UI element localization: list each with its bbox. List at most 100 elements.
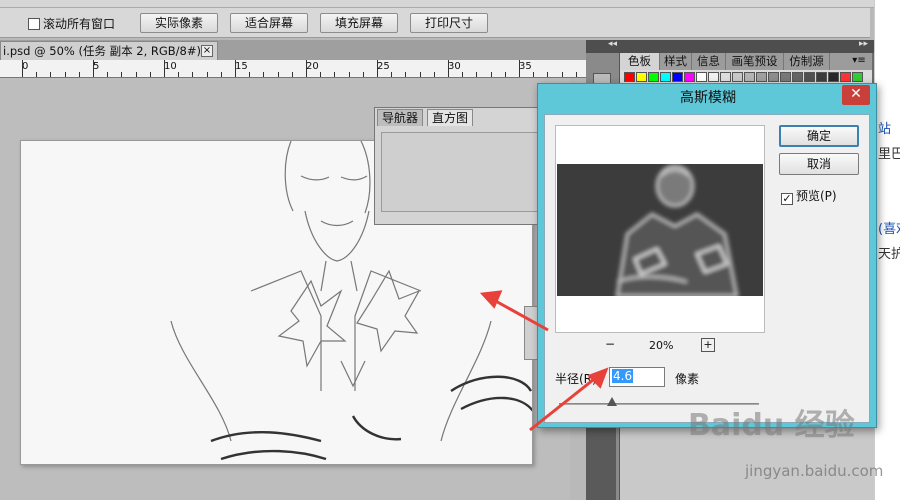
swatch[interactable] — [660, 72, 671, 82]
swatch[interactable] — [708, 72, 719, 82]
swatch[interactable] — [648, 72, 659, 82]
swatch[interactable] — [684, 72, 695, 82]
swatch[interactable] — [624, 72, 635, 82]
swatch[interactable] — [852, 72, 863, 82]
ruler-label: 20 — [306, 61, 319, 72]
swatch[interactable] — [636, 72, 647, 82]
zoom-controls: − 20% + — [605, 337, 725, 355]
check-icon[interactable]: ✓ — [781, 193, 793, 205]
dialog-title: 高斯模糊 — [680, 90, 736, 106]
document-title: i.psd @ 50% (任务 副本 2, RGB/8#) * — [3, 44, 211, 58]
ruler-tick — [519, 60, 520, 77]
swatch[interactable] — [828, 72, 839, 82]
blur-preview-graphic — [557, 164, 763, 296]
swatch[interactable] — [840, 72, 851, 82]
preview-checkbox[interactable]: ✓ 预览(P) — [781, 187, 837, 205]
ruler-tick — [278, 72, 279, 77]
ruler-tick — [36, 72, 37, 77]
ruler-label: 15 — [235, 61, 248, 72]
fill-screen-button[interactable]: 填充屏幕 — [320, 13, 398, 33]
ruler-tick — [476, 72, 477, 77]
ruler-tick — [462, 72, 463, 77]
browser-page-sliver: 站 里巴 (喜欢 天护 — [874, 0, 900, 500]
tab-brush-presets[interactable]: 画笔预设 — [726, 53, 784, 70]
ruler-tick — [363, 72, 364, 77]
ruler-tick — [391, 72, 392, 77]
collapse-panels-left-icon[interactable]: ◂◂ — [608, 39, 617, 49]
swatch[interactable] — [792, 72, 803, 82]
web-link-2[interactable]: (喜欢 — [878, 218, 900, 237]
tab-info[interactable]: 信息 — [692, 53, 726, 70]
radius-slider-thumb[interactable] — [607, 397, 617, 406]
swatch-row — [620, 70, 872, 84]
ruler-tick — [249, 72, 250, 77]
swatch[interactable] — [744, 72, 755, 82]
swatch[interactable] — [696, 72, 707, 82]
ruler-tick — [491, 72, 492, 77]
panel-menu-icon[interactable]: ▾≡ — [846, 53, 872, 70]
ruler-tick — [178, 72, 179, 77]
ruler-tick — [576, 72, 577, 77]
preview-label: 预览(P) — [796, 189, 837, 203]
radius-value: 4.6 — [612, 369, 634, 383]
print-size-button[interactable]: 打印尺寸 — [410, 13, 488, 33]
tab-clone-source[interactable]: 仿制源 — [784, 53, 830, 70]
tab-histogram[interactable]: 直方图 — [427, 109, 474, 126]
swatch[interactable] — [672, 72, 683, 82]
swatch[interactable] — [732, 72, 743, 82]
ruler-label: 30 — [448, 61, 461, 72]
scroll-all-windows-checkbox[interactable]: 滚动所有窗口 — [28, 15, 115, 32]
ruler-tick — [93, 60, 94, 77]
ruler-tick — [22, 60, 23, 77]
menu-bar-remnant — [0, 0, 900, 8]
ruler-tick — [562, 72, 563, 77]
fit-screen-button[interactable]: 适合屏幕 — [230, 13, 308, 33]
ruler-tick — [420, 72, 421, 77]
tab-styles[interactable]: 样式 — [660, 53, 692, 70]
ruler-tick — [50, 72, 51, 77]
web-link-1[interactable]: 站 — [878, 118, 891, 137]
ruler-tick — [306, 60, 307, 77]
close-icon[interactable]: ✕ — [842, 85, 870, 105]
blur-preview-image — [557, 164, 763, 296]
scroll-all-label: 滚动所有窗口 — [43, 17, 116, 31]
swatch[interactable] — [780, 72, 791, 82]
ruler-tick — [292, 72, 293, 77]
cancel-button[interactable]: 取消 — [779, 153, 859, 175]
gaussian-blur-dialog: 高斯模糊 ✕ 确定 取消 ✓ 预览(P) − 20% + 半径(R): 4.6 … — [537, 83, 877, 428]
swatch[interactable] — [804, 72, 815, 82]
dialog-body: 确定 取消 ✓ 预览(P) − 20% + 半径(R): 4.6 像素 — [544, 114, 870, 423]
checkbox-box[interactable] — [28, 18, 40, 30]
ok-button[interactable]: 确定 — [779, 125, 859, 147]
ruler-label: 35 — [519, 61, 532, 72]
ruler-tick — [150, 72, 151, 77]
ruler-tick — [505, 72, 506, 77]
ruler-tick — [79, 72, 80, 77]
zoom-out-button[interactable]: − — [605, 337, 615, 351]
panel-dark-area — [586, 420, 616, 500]
ruler-label: 25 — [377, 61, 390, 72]
swatch[interactable] — [768, 72, 779, 82]
swatch[interactable] — [720, 72, 731, 82]
ruler-tick — [221, 72, 222, 77]
ruler-tick — [377, 60, 378, 77]
zoom-level: 20% — [649, 339, 674, 352]
collapse-panels-right-icon[interactable]: ▸▸ — [859, 39, 868, 49]
swatch[interactable] — [756, 72, 767, 82]
tab-swatches[interactable]: 色板 — [620, 53, 660, 70]
ruler-label: 10 — [164, 61, 177, 72]
close-document-icon[interactable]: × — [201, 45, 213, 57]
tab-navigator[interactable]: 导航器 — [377, 109, 424, 126]
preview-window[interactable] — [555, 125, 765, 333]
ruler-tick — [263, 72, 264, 77]
panel-tabs: 色板 样式 信息 画笔预设 仿制源 ▾≡ — [620, 53, 872, 70]
zoom-in-button[interactable]: + — [701, 338, 715, 352]
actual-pixels-button[interactable]: 实际像素 — [140, 13, 218, 33]
histogram-area — [381, 132, 541, 212]
ruler-tick — [136, 72, 137, 77]
document-tab[interactable]: i.psd @ 50% (任务 副本 2, RGB/8#) * × — [0, 41, 218, 60]
ruler-tick — [334, 72, 335, 77]
ruler-tick — [235, 60, 236, 77]
swatch[interactable] — [816, 72, 827, 82]
radius-input[interactable]: 4.6 — [609, 367, 665, 387]
